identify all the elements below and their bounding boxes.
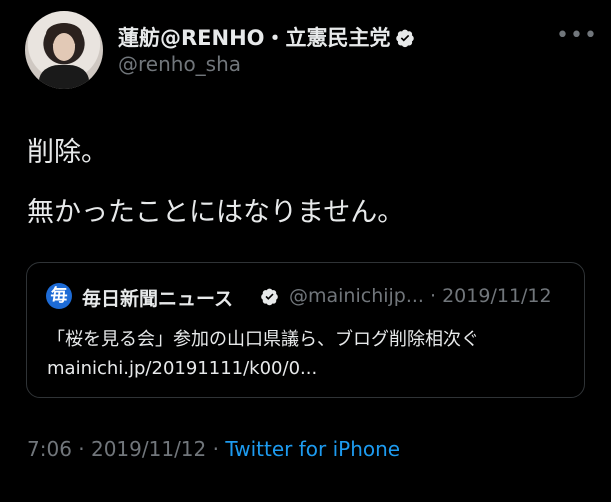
quoted-link-card[interactable]: 毎 毎日新聞ニュース @mainichijp... · 2019/11/12 「… [26,262,585,398]
quoted-card-title: 「桜を見る会」参加の山口県議ら、ブログ削除相次ぐ [47,329,479,350]
avatar-face [53,33,75,61]
author-name[interactable]: 蓮舫@RENHO・立憲民主党 [118,22,415,52]
author-name-text: 蓮舫@RENHO・立憲民主党 [118,26,391,50]
tweet-source-app[interactable]: Twitter for iPhone [225,437,400,461]
quoted-source-name: 毎日新聞ニュース [82,288,234,310]
verified-badge-icon [395,29,414,48]
more-options-icon[interactable]: ••• [556,25,598,47]
author-handle[interactable]: @renho_sha [118,52,241,76]
tweet-timestamp[interactable]: 7:06 · 2019/11/12 · [27,437,225,461]
tweet-meta: 7:06 · 2019/11/12 · Twitter for iPhone [27,437,400,461]
author-avatar[interactable] [25,11,103,89]
tweet-text-line-2: 無かったことにはなりません。 [27,197,405,228]
tweet-text-line-1: 削除。 [27,137,108,168]
quoted-card-url[interactable]: mainichi.jp/20191111/k00/0... [47,358,317,379]
quoted-handle-date: @mainichijp... · 2019/11/12 [289,285,552,307]
avatar-body [39,65,89,89]
mainichi-logo-icon: 毎 [46,283,72,309]
quoted-verified-badge-icon [261,288,278,306]
